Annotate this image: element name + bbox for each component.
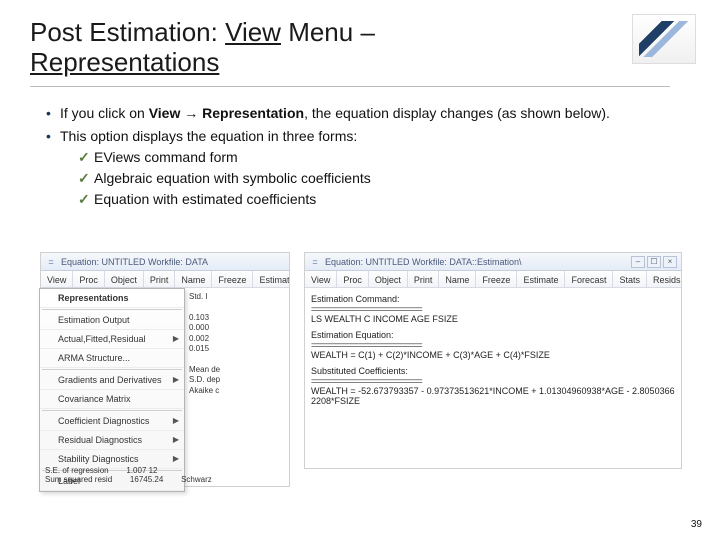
menu-actual-fitted-residual[interactable]: Actual,Fitted,Residual▶ [40, 330, 184, 349]
equation-icon: = [45, 256, 57, 268]
section-estimation-equation: Estimation Equation: [311, 330, 675, 340]
toolbar-left: View Proc Object Print Name Freeze Estim… [41, 271, 289, 288]
tb-object-r[interactable]: Object [369, 271, 408, 287]
tb-object[interactable]: Object [105, 271, 144, 287]
sub-1: EViews command form [78, 148, 656, 167]
screenshot-left: = Equation: UNTITLED Workfile: DATA View… [40, 252, 290, 487]
representation-output: Estimation Command: ====================… [311, 292, 675, 464]
brand-logo [632, 14, 696, 64]
toolbar-right: View Proc Object Print Name Freeze Estim… [305, 271, 681, 288]
menu-gradients-derivatives[interactable]: Gradients and Derivatives▶ [40, 371, 184, 390]
menu-coefficient-diagnostics[interactable]: Coefficient Diagnostics▶ [40, 412, 184, 431]
menu-residual-diagnostics[interactable]: Residual Diagnostics▶ [40, 431, 184, 450]
tb-estimate[interactable]: Estimat [253, 271, 289, 287]
tb-stats-r[interactable]: Stats [613, 271, 647, 287]
bullet-list: If you click on View → Representation, t… [46, 104, 656, 212]
tb-forecast-r[interactable]: Forecast [565, 271, 613, 287]
screenshot-right: = Equation: UNTITLED Workfile: DATA::Est… [304, 252, 682, 469]
minimize-icon[interactable]: – [631, 256, 645, 268]
tb-freeze-r[interactable]: Freeze [476, 271, 517, 287]
title-rule [30, 86, 670, 87]
window-title-right: Equation: UNTITLED Workfile: DATA::Estim… [325, 257, 522, 267]
section-substituted-coefficients: Substituted Coefficients: [311, 366, 675, 376]
tb-print-r[interactable]: Print [408, 271, 440, 287]
close-icon[interactable]: × [663, 256, 677, 268]
tb-freeze[interactable]: Freeze [212, 271, 253, 287]
tb-name[interactable]: Name [175, 271, 212, 287]
tb-resids-r[interactable]: Resids [647, 271, 681, 287]
left-bottom-stats: S.E. of regression 1.007 12 Sum squared … [45, 466, 287, 484]
equation-icon: = [309, 256, 321, 268]
tb-proc-r[interactable]: Proc [337, 271, 369, 287]
section-estimation-command: Estimation Command: [311, 294, 675, 304]
view-menu-dropdown: Representations Estimation Output Actual… [39, 288, 185, 492]
tb-view[interactable]: View [41, 271, 73, 287]
bullet-2: This option displays the equation in thr… [46, 127, 656, 209]
bullet-1: If you click on View → Representation, t… [46, 104, 656, 123]
maximize-icon[interactable]: ☐ [647, 256, 661, 268]
tb-proc[interactable]: Proc [73, 271, 105, 287]
menu-representations[interactable]: Representations [40, 289, 184, 308]
window-titlebar-right: = Equation: UNTITLED Workfile: DATA::Est… [305, 253, 681, 271]
estimation-command-text: LS WEALTH C INCOME AGE FSIZE [311, 314, 675, 324]
sub-3: Equation with estimated coefficients [78, 190, 656, 209]
tb-print[interactable]: Print [144, 271, 176, 287]
menu-estimation-output[interactable]: Estimation Output [40, 311, 184, 330]
tb-view-r[interactable]: View [305, 271, 337, 287]
menu-arma-structure[interactable]: ARMA Structure... [40, 349, 184, 368]
menu-covariance-matrix[interactable]: Covariance Matrix [40, 390, 184, 409]
window-titlebar-left: = Equation: UNTITLED Workfile: DATA [41, 253, 289, 271]
sub-2: Algebraic equation with symbolic coeffic… [78, 169, 656, 188]
window-title-left: Equation: UNTITLED Workfile: DATA [61, 257, 208, 267]
substituted-coeff-text: WEALTH = -52.673793357 - 0.97373513621*I… [311, 386, 675, 406]
tb-name-r[interactable]: Name [439, 271, 476, 287]
estimation-equation-text: WEALTH = C(1) + C(2)*INCOME + C(3)*AGE +… [311, 350, 675, 360]
tb-estimate-r[interactable]: Estimate [517, 271, 565, 287]
page-number: 39 [691, 519, 702, 530]
left-side-values: Std. I 0.103 0.000 0.002 0.015 Mean de S… [189, 292, 287, 396]
page-title: Post Estimation: View Menu – Representat… [30, 18, 375, 78]
